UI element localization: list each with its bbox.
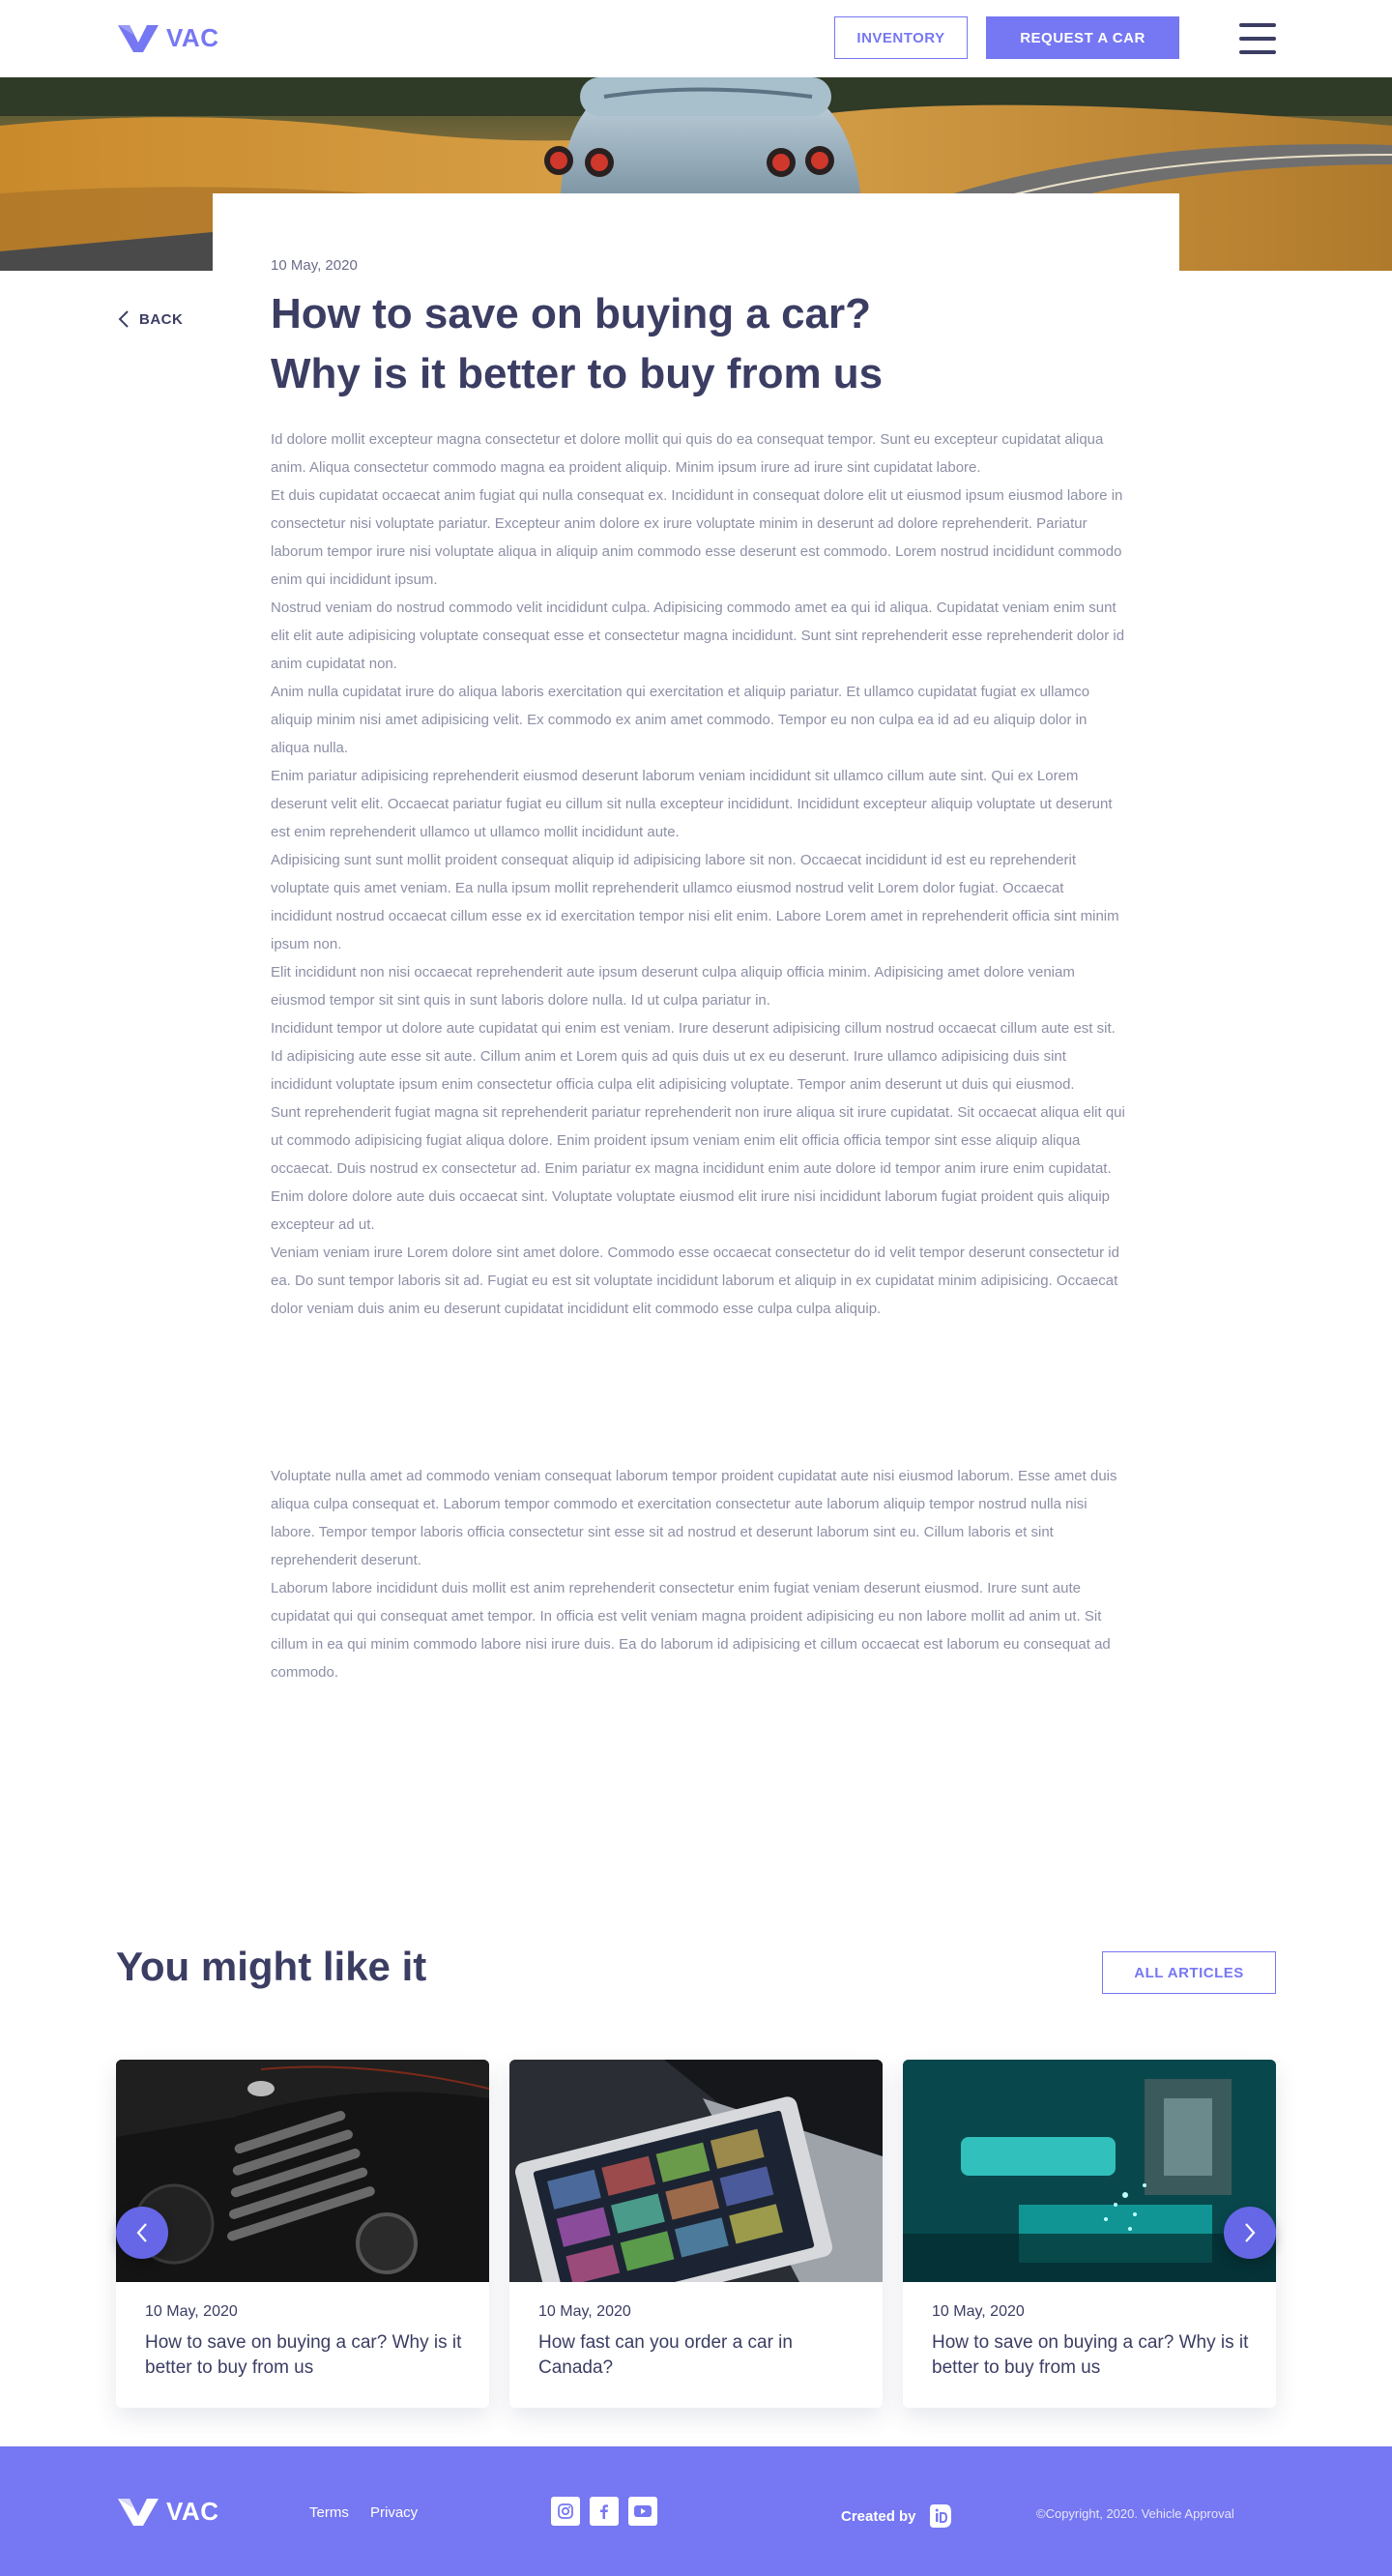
paragraph: Enim pariatur adipisicing reprehenderit … xyxy=(271,768,1113,840)
terms-link[interactable]: Terms xyxy=(309,2504,349,2521)
logo-mark-icon xyxy=(118,2499,159,2526)
created-by-label: Created by xyxy=(841,2507,916,2525)
article-card[interactable]: 10 May, 2020 How to save on buying a car… xyxy=(903,2060,1276,2408)
paragraph: Incididunt tempor ut dolore aute cupidat… xyxy=(271,1020,1116,1093)
card-date: 10 May, 2020 xyxy=(145,2303,238,2320)
studio-logo-icon xyxy=(929,2504,951,2528)
carousel-prev-button[interactable] xyxy=(116,2207,168,2259)
copyright-text: ©Copyright, 2020. Vehicle Approval xyxy=(1036,2506,1234,2521)
back-label: BACK xyxy=(139,310,184,328)
card-date: 10 May, 2020 xyxy=(932,2303,1025,2320)
article-card[interactable]: 10 May, 2020 How to save on buying a car… xyxy=(116,2060,489,2408)
related-cards: 10 May, 2020 How to save on buying a car… xyxy=(116,2060,1276,2408)
logo-mark-icon xyxy=(118,25,159,52)
paragraph: Id dolore mollit excepteur magna consect… xyxy=(271,431,1104,476)
paragraph: Nostrud veniam do nostrud commodo velit … xyxy=(271,600,1125,672)
card-title: How to save on buying a car? Why is it b… xyxy=(145,2332,462,2378)
card-image-motorcycle xyxy=(116,2060,489,2282)
footer-logo-text: VAC xyxy=(166,2496,219,2526)
paragraph: Veniam veniam irure Lorem dolore sint am… xyxy=(271,1244,1119,1317)
article-title-line1: How to save on buying a car? xyxy=(271,290,872,337)
paragraph: Laborum labore incididunt duis mollit es… xyxy=(271,1580,1111,1681)
chevron-left-icon xyxy=(136,2223,147,2242)
back-link[interactable]: BACK xyxy=(118,309,183,329)
logo[interactable]: VAC xyxy=(116,21,218,54)
card-title: How to save on buying a car? Why is it b… xyxy=(932,2332,1249,2378)
article-title: How to save on buying a car? Why is it b… xyxy=(271,284,967,404)
paragraph: Voluptate nulla amet ad commodo veniam c… xyxy=(271,1468,1117,1568)
paragraph: Anim nulla cupidatat irure do aliqua lab… xyxy=(271,684,1090,756)
inventory-button[interactable]: INVENTORY xyxy=(834,16,968,59)
related-heading: You might like it xyxy=(116,1944,427,1989)
hamburger-menu-icon[interactable] xyxy=(1239,23,1276,54)
site-footer: VAC Terms Privacy Created by ©Copyright,… xyxy=(0,2446,1392,2576)
article-card-top xyxy=(213,193,1179,290)
card-title: How fast can you order a car in Canada? xyxy=(538,2332,793,2378)
paragraph: Elit incididunt non nisi occaecat repreh… xyxy=(271,964,1075,1009)
card-image-tablet xyxy=(509,2060,883,2282)
logo-text: VAC xyxy=(166,22,219,52)
paragraph: Et duis cupidatat occaecat anim fugiat q… xyxy=(271,487,1123,588)
article-card[interactable]: 10 May, 2020 How fast can you order a ca… xyxy=(509,2060,883,2408)
paragraph: Adipisicing sunt sunt mollit proident co… xyxy=(271,852,1119,952)
article-body: Id dolore mollit excepteur magna consect… xyxy=(271,425,1125,1323)
request-car-button[interactable]: REQUEST A CAR xyxy=(986,16,1179,59)
facebook-icon[interactable] xyxy=(590,2497,619,2526)
privacy-link[interactable]: Privacy xyxy=(370,2504,418,2521)
site-header: VAC INVENTORY REQUEST A CAR xyxy=(0,0,1392,77)
card-date: 10 May, 2020 xyxy=(538,2303,631,2320)
card-image-teal-machine xyxy=(903,2060,1276,2282)
all-articles-button[interactable]: ALL ARTICLES xyxy=(1102,1951,1276,1994)
chevron-left-icon xyxy=(118,310,129,328)
chevron-right-icon xyxy=(1245,2223,1256,2242)
instagram-icon[interactable] xyxy=(551,2497,580,2526)
carousel-next-button[interactable] xyxy=(1224,2207,1276,2259)
article-title-line2: Why is it better to buy from us xyxy=(271,350,884,397)
paragraph: Sunt reprehenderit fugiat magna sit repr… xyxy=(271,1104,1125,1233)
footer-logo[interactable]: VAC xyxy=(116,2495,218,2528)
article-date: 10 May, 2020 xyxy=(271,257,358,274)
created-by[interactable]: Created by xyxy=(841,2503,953,2530)
youtube-icon[interactable] xyxy=(628,2497,657,2526)
article-body-continued: Voluptate nulla amet ad commodo veniam c… xyxy=(271,1462,1125,1686)
